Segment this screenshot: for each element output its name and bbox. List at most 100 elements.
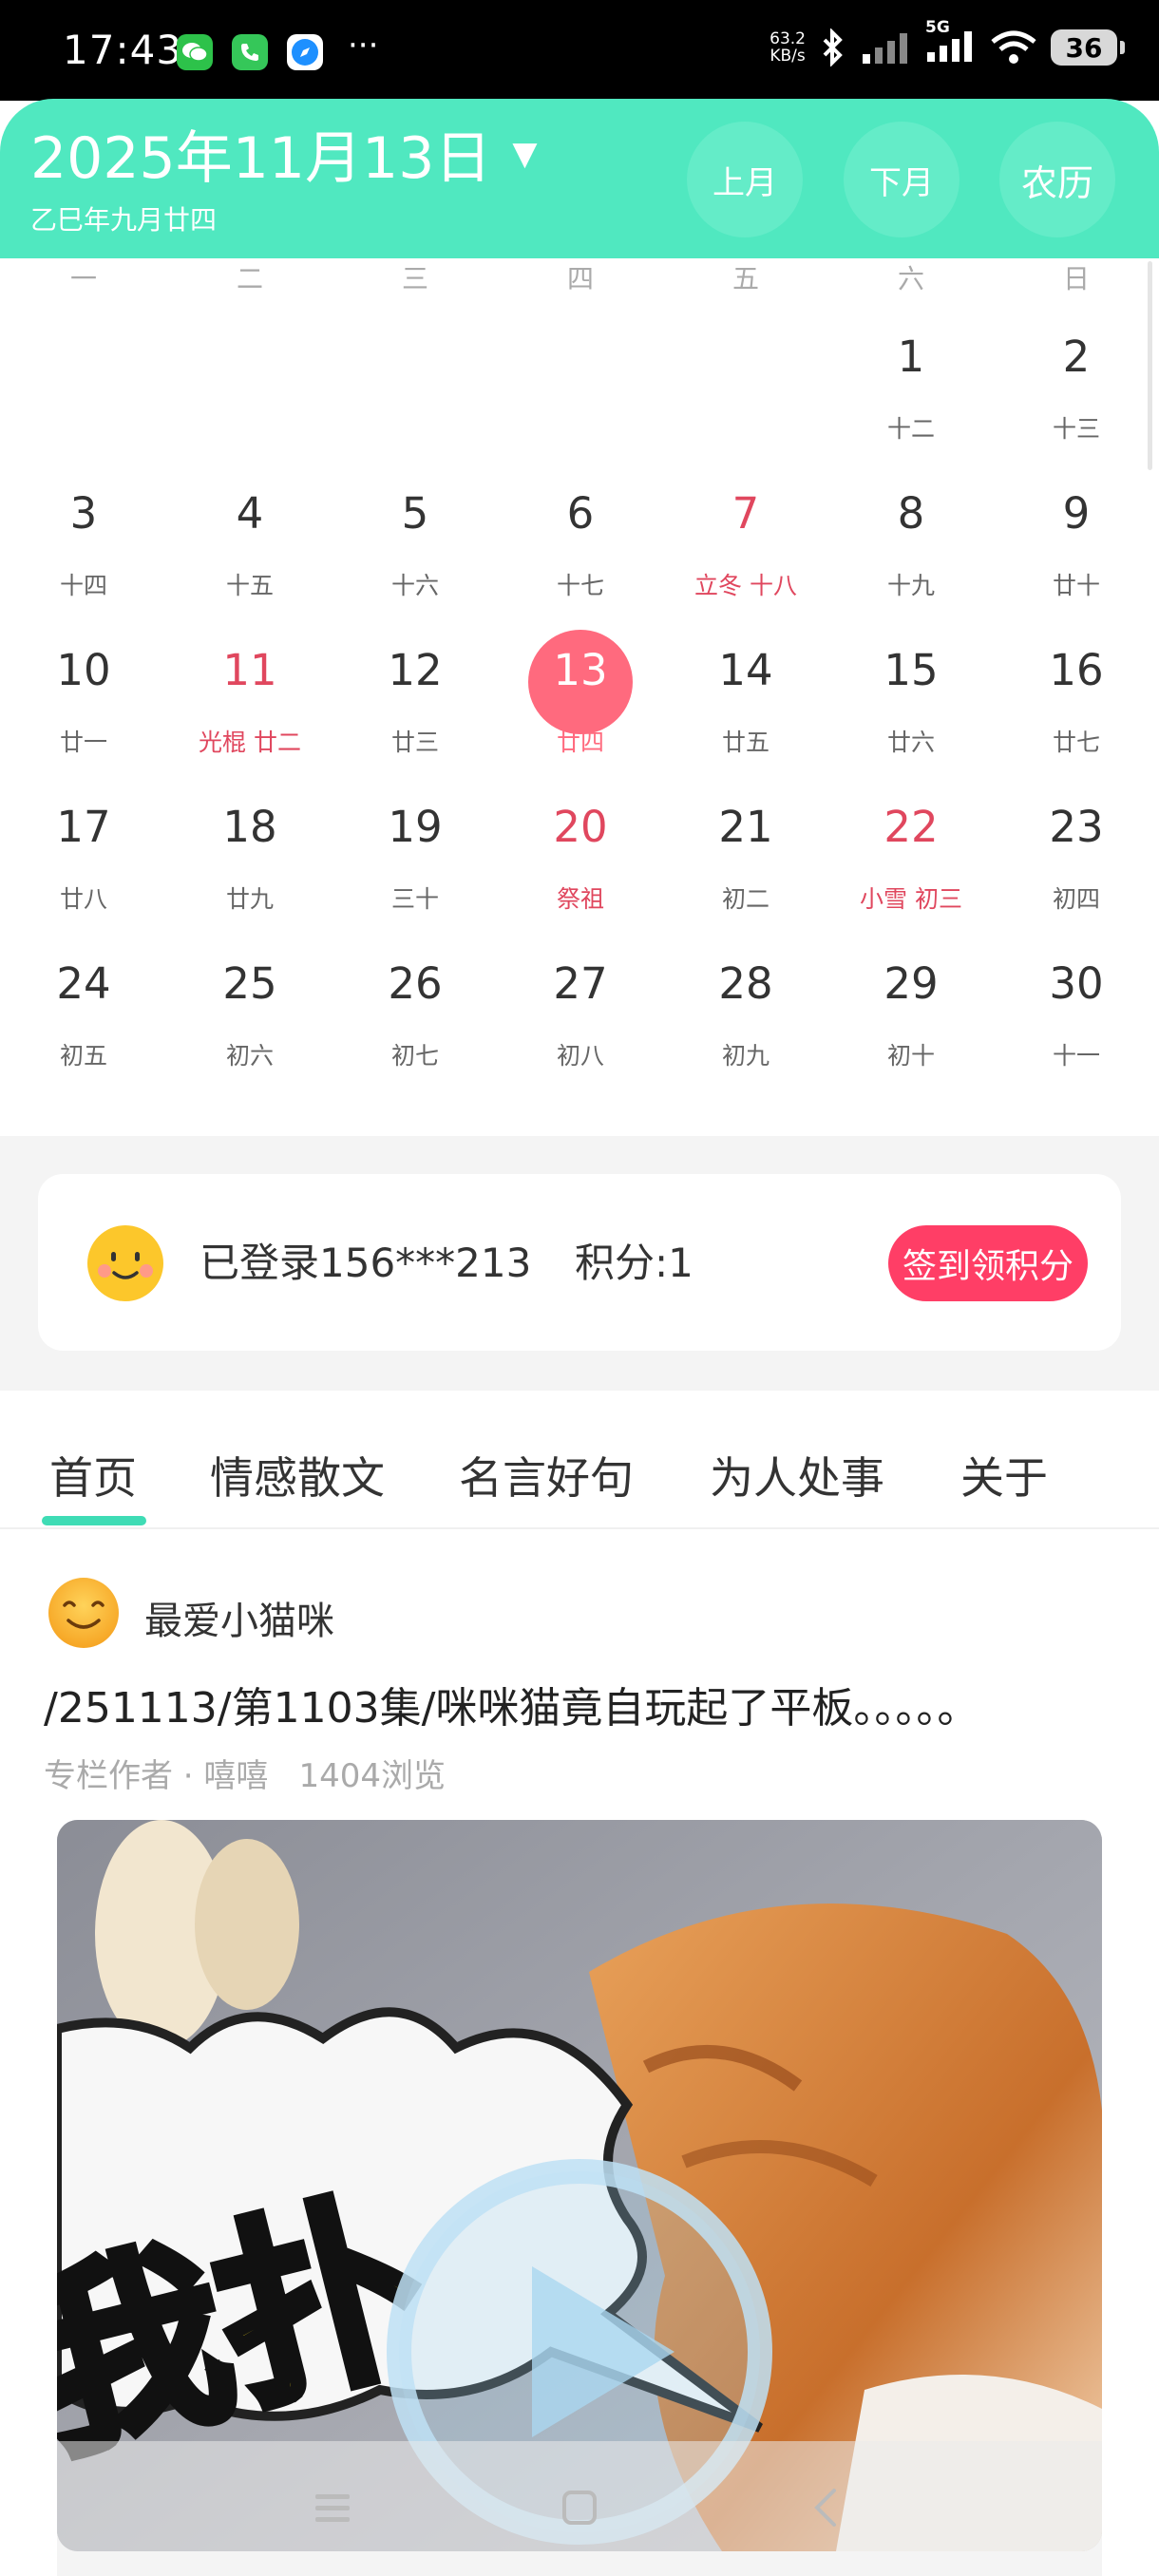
day-lunar-label: 初十 bbox=[886, 1042, 935, 1070]
day-lunar-label: 初九 bbox=[721, 1042, 770, 1070]
login-status: 已登录156***213 bbox=[200, 1240, 532, 1286]
calendar-day[interactable]: 27 初八 bbox=[498, 936, 663, 1092]
tab-conduct[interactable]: 为人处事 bbox=[710, 1444, 884, 1506]
calendar-day[interactable]: 24 初五 bbox=[0, 936, 167, 1092]
calendar-day[interactable]: 10 廿一 bbox=[0, 622, 167, 779]
calendar-day[interactable]: 16 廿七 bbox=[994, 622, 1159, 779]
tab-quotes[interactable]: 名言好句 bbox=[459, 1444, 634, 1506]
calendar-day[interactable]: 5 十六 bbox=[332, 465, 498, 622]
calendar-day[interactable]: 15 廿六 bbox=[828, 622, 994, 779]
menu-icon[interactable] bbox=[304, 2479, 361, 2536]
network-speed: 63.2 KB/s bbox=[770, 30, 806, 65]
calendar-day[interactable]: 4 十五 bbox=[167, 465, 332, 622]
day-lunar-label: 十六 bbox=[390, 572, 439, 599]
day-number: 26 bbox=[388, 958, 443, 1009]
calendar-day[interactable]: 3 十四 bbox=[0, 465, 167, 622]
day-lunar-label: 三十 bbox=[390, 885, 439, 913]
calendar-grid: 1 十二 2 十三 3 十四 4 十五 5 十六 6 十七 7 立冬 十八 8 十九 9 廿十 10 廿一 11 光棍 廿… bbox=[0, 309, 1159, 1092]
tab-emotional-prose[interactable]: 情感散文 bbox=[210, 1444, 385, 1506]
calendar-day[interactable]: 25 初六 bbox=[167, 936, 332, 1092]
day-number: 19 bbox=[388, 802, 443, 852]
calendar-day[interactable]: 11 光棍 廿二 bbox=[167, 622, 332, 779]
network-speed-unit: KB/s bbox=[770, 47, 806, 66]
calendar-day[interactable]: 28 初九 bbox=[663, 936, 828, 1092]
signal-2: 5G bbox=[925, 18, 977, 66]
phone-icon bbox=[232, 34, 268, 70]
calendar-day[interactable]: 6 十七 bbox=[498, 465, 663, 622]
calendar-day[interactable]: 30 十一 bbox=[994, 936, 1159, 1092]
day-number: 17 bbox=[56, 802, 111, 852]
date-selector[interactable]: 2025年11月13日 ▼ bbox=[30, 112, 538, 195]
prev-month-button[interactable]: 上月 bbox=[687, 122, 803, 237]
calendar-day[interactable]: 1 十二 bbox=[828, 309, 994, 465]
tab-home[interactable]: 首页 bbox=[49, 1444, 137, 1506]
day-lunar-label: 廿十 bbox=[1052, 572, 1100, 599]
home-icon[interactable] bbox=[551, 2479, 608, 2536]
current-date: 2025年11月13日 bbox=[30, 125, 492, 192]
smiley-avatar-icon bbox=[87, 1225, 163, 1301]
day-number: 18 bbox=[222, 802, 277, 852]
author-avatar[interactable] bbox=[48, 1577, 120, 1649]
weekday-label: 六 bbox=[897, 263, 924, 294]
author-name[interactable]: 最爱小猫咪 bbox=[144, 1590, 334, 1645]
article-title[interactable]: /251113/第1103集/咪咪猫竟自玩起了平板。。。。。 bbox=[44, 1674, 978, 1734]
lunar-toggle-button[interactable]: 农历 bbox=[999, 122, 1115, 237]
day-lunar-label: 十九 bbox=[886, 572, 935, 599]
day-lunar-label: 立冬 十八 bbox=[694, 572, 797, 599]
day-number: 27 bbox=[553, 958, 608, 1009]
day-lunar-label: 初七 bbox=[390, 1042, 439, 1070]
day-number: 14 bbox=[718, 645, 773, 695]
calendar-day[interactable]: 26 初七 bbox=[332, 936, 498, 1092]
article-views: 1404浏览 bbox=[298, 1757, 446, 1795]
network-type: 5G bbox=[925, 18, 950, 37]
calendar-week-row: 17 廿八 18 廿九 19 三十 20 祭祖 21 初二 22 小雪 初三 23 初四 bbox=[0, 779, 1159, 936]
tab-about[interactable]: 关于 bbox=[960, 1444, 1048, 1506]
calendar-day[interactable]: 2 十三 bbox=[994, 309, 1159, 465]
more-notifications-icon: ··· bbox=[348, 27, 379, 65]
calendar-day[interactable]: 29 初十 bbox=[828, 936, 994, 1092]
calendar-day-today[interactable]: 13 廿四 bbox=[498, 622, 663, 779]
weekday-label: 三 bbox=[401, 263, 428, 294]
day-lunar-label: 初二 bbox=[721, 885, 770, 913]
calendar-day[interactable]: 19 三十 bbox=[332, 779, 498, 936]
weekday-label: 日 bbox=[1062, 263, 1090, 294]
day-lunar-label: 廿五 bbox=[721, 729, 770, 756]
calendar-day[interactable]: 17 廿八 bbox=[0, 779, 167, 936]
calendar-day[interactable]: 8 十九 bbox=[828, 465, 994, 622]
day-lunar-label: 廿七 bbox=[1052, 729, 1100, 756]
calendar-day[interactable]: 21 初二 bbox=[663, 779, 828, 936]
weekday-header: 一 二 三 四 五 六 日 bbox=[0, 258, 1159, 306]
calendar-day[interactable]: 22 小雪 初三 bbox=[828, 779, 994, 936]
day-lunar-label: 十三 bbox=[1052, 415, 1100, 443]
weekday-label: 五 bbox=[732, 263, 759, 294]
day-lunar-label: 廿三 bbox=[390, 729, 439, 756]
calendar-day[interactable]: 23 初四 bbox=[994, 779, 1159, 936]
day-number: 20 bbox=[553, 802, 608, 852]
calendar-day[interactable]: 9 廿十 bbox=[994, 465, 1159, 622]
weekday-label: 四 bbox=[566, 263, 594, 294]
calendar-day[interactable]: 20 祭祖 bbox=[498, 779, 663, 936]
day-lunar-label: 初八 bbox=[556, 1042, 604, 1070]
day-number: 25 bbox=[222, 958, 277, 1009]
back-icon[interactable] bbox=[798, 2479, 855, 2536]
weekday-label: 一 bbox=[69, 263, 97, 294]
day-number: 28 bbox=[718, 958, 773, 1009]
day-lunar-label: 廿一 bbox=[59, 729, 107, 756]
calendar-week-row: 10 廿一 11 光棍 廿二 12 廿三 13 廿四 14 廿五 15 廿六 16 廿七 bbox=[0, 622, 1159, 779]
signin-points-button[interactable]: 签到领积分 bbox=[888, 1225, 1088, 1301]
calendar-day[interactable]: 12 廿三 bbox=[332, 622, 498, 779]
calendar-day[interactable]: 18 廿九 bbox=[167, 779, 332, 936]
points-value: 积分:1 bbox=[575, 1240, 694, 1286]
status-time: 17:43 bbox=[63, 27, 183, 73]
next-month-button[interactable]: 下月 bbox=[844, 122, 960, 237]
day-number: 16 bbox=[1049, 645, 1104, 695]
day-number: 12 bbox=[388, 645, 443, 695]
wechat-icon bbox=[177, 34, 213, 70]
active-tab-indicator bbox=[42, 1516, 146, 1525]
day-lunar-label: 十七 bbox=[556, 572, 604, 599]
category-tabs: 首页 情感散文 名言好句 为人处事 关于 bbox=[0, 1391, 1159, 1529]
day-number: 8 bbox=[897, 488, 925, 539]
calendar-day[interactable]: 14 廿五 bbox=[663, 622, 828, 779]
calendar-day[interactable]: 7 立冬 十八 bbox=[663, 465, 828, 622]
calendar-header: 2025年11月13日 ▼ 乙巳年九月廿四 上月 下月 农历 bbox=[0, 99, 1159, 258]
